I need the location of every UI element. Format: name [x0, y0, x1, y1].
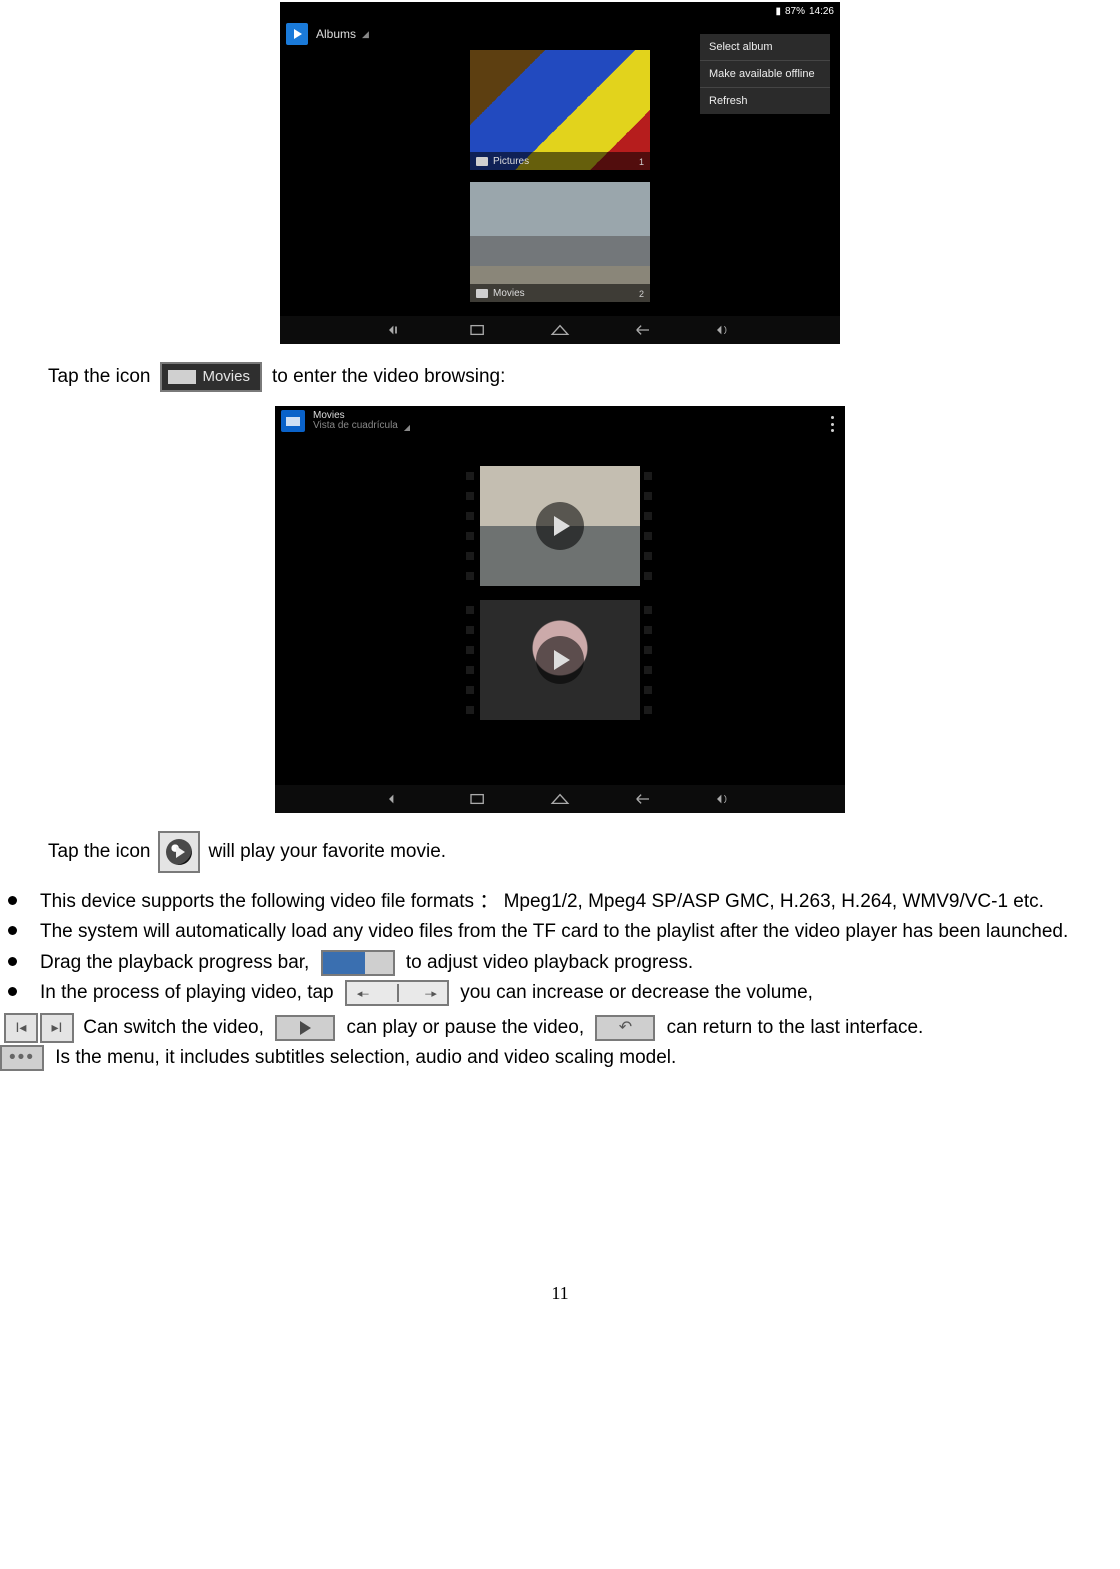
folder-icon — [476, 289, 488, 298]
album-count: 2 — [639, 289, 644, 299]
menu-item-offline[interactable]: Make available offline — [700, 61, 830, 88]
instruction-line-1: Tap the icon Movies to enter the video b… — [48, 362, 1120, 392]
android-nav-bar — [280, 316, 840, 344]
album-movies[interactable]: Movies 2 — [470, 182, 650, 302]
prev-next-icons: I◂ ▸I — [4, 1013, 74, 1043]
volume-down-icon[interactable] — [385, 792, 407, 806]
text: Is the menu, it includes subtitles selec… — [55, 1047, 676, 1068]
overflow-menu: Select album Make available offline Refr… — [700, 34, 830, 114]
app-subtitle: Vista de cuadrícula — [313, 421, 398, 432]
bullet-autoload: The system will automatically load any v… — [0, 917, 1120, 947]
text: can return to the last interface. — [667, 1017, 924, 1038]
android-nav-bar — [275, 785, 845, 813]
album-pictures[interactable]: Pictures 1 — [470, 50, 650, 170]
bullet-volume: In the process of playing video, tap you… — [0, 978, 1120, 1008]
overflow-menu-icon[interactable] — [831, 416, 835, 432]
screenshot-gallery-albums: ▮ 87% 14:26 Albums ◢ Select album Make a… — [280, 2, 840, 344]
play-button-icon — [158, 831, 200, 873]
menu-dots-icon: ••• — [0, 1045, 44, 1071]
skip-prev-icon: I◂ — [4, 1013, 38, 1043]
bullet-progress: Drag the playback progress bar, to adjus… — [0, 948, 1120, 978]
folder-icon — [476, 157, 488, 166]
text: In the process of playing video, tap — [40, 982, 334, 1003]
text: you can increase or decrease the volume, — [460, 982, 813, 1003]
home-icon[interactable] — [549, 323, 571, 337]
screenshot-video-browser: Movies Vista de cuadrícula ◢ — [275, 406, 845, 813]
badge-label: Movies — [202, 367, 260, 387]
recent-apps-icon[interactable] — [467, 792, 489, 806]
menu-item-select-album[interactable]: Select album — [700, 34, 830, 61]
text: will play your favorite movie. — [208, 839, 446, 865]
text: The system will automatically load any v… — [0, 917, 1120, 947]
instruction-line-2: Tap the icon will play your favorite mov… — [48, 831, 1120, 873]
play-overlay-icon — [536, 502, 584, 550]
video-player-app-icon — [281, 410, 305, 432]
spinner-caret-icon: ◢ — [404, 424, 410, 432]
volume-down-icon[interactable] — [385, 323, 407, 337]
gallery-app-icon — [286, 23, 308, 45]
video-thumbnail[interactable] — [480, 466, 640, 586]
back-icon[interactable] — [631, 323, 653, 337]
home-icon[interactable] — [549, 792, 571, 806]
controls-description: I◂ ▸I Can switch the video, can play or … — [0, 1013, 1120, 1074]
volume-up-icon[interactable] — [713, 323, 735, 337]
return-icon: ↶ — [595, 1015, 655, 1041]
album-label: Movies — [493, 288, 525, 299]
battery-pct: 87% — [785, 6, 805, 17]
progress-bar-icon — [321, 950, 395, 976]
text: to adjust video playback progress. — [406, 952, 693, 973]
text: to enter the video browsing: — [272, 364, 505, 390]
text: Tap the icon — [48, 364, 150, 390]
skip-next-icon: ▸I — [40, 1013, 74, 1043]
text: Tap the icon — [48, 839, 150, 865]
text: can play or pause the video, — [346, 1017, 584, 1038]
bullet-formats: This device supports the following video… — [0, 887, 1120, 917]
album-count: 1 — [639, 157, 644, 167]
text: Can switch the video, — [83, 1017, 264, 1038]
battery-icon: ▮ — [775, 6, 781, 17]
app-title: Albums — [316, 27, 356, 41]
play-overlay-icon — [536, 636, 584, 684]
play-pause-icon — [275, 1015, 335, 1041]
spinner-caret-icon: ◢ — [362, 29, 369, 40]
status-bar: ▮ 87% 14:26 — [280, 2, 840, 20]
recent-apps-icon[interactable] — [467, 323, 489, 337]
movies-folder-badge: Movies — [160, 362, 262, 392]
volume-up-icon[interactable] — [713, 792, 735, 806]
menu-item-refresh[interactable]: Refresh — [700, 88, 830, 114]
page-number: 11 — [0, 1283, 1120, 1304]
album-label: Pictures — [493, 156, 529, 167]
clock: 14:26 — [809, 6, 834, 17]
back-icon[interactable] — [631, 792, 653, 806]
volume-control-icon — [345, 980, 449, 1006]
app-bar: Movies Vista de cuadrícula ◢ — [275, 406, 845, 436]
text: Drag the playback progress bar, — [40, 952, 309, 973]
folder-icon — [168, 370, 196, 384]
video-thumbnail[interactable] — [480, 600, 640, 720]
